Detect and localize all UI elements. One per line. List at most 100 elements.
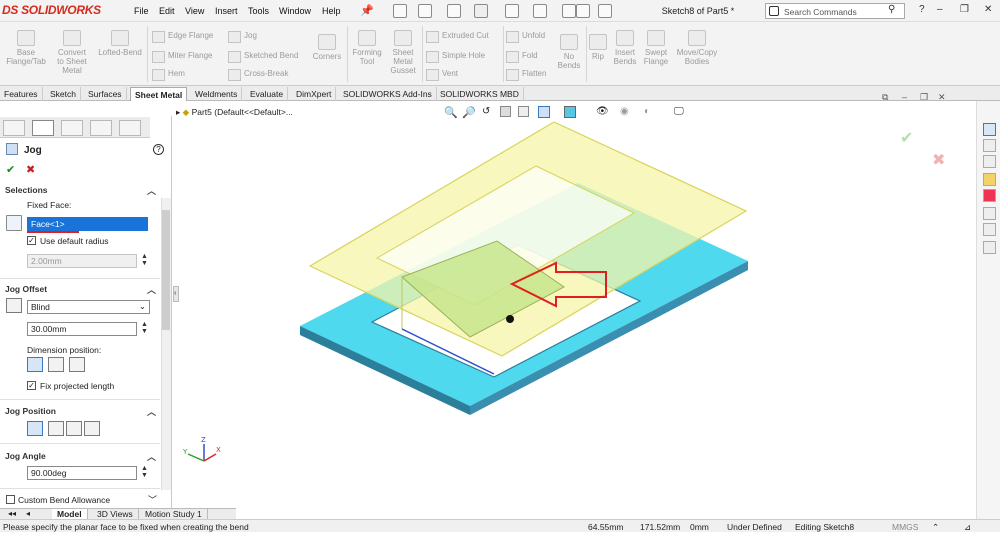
panel-scrollbar-thumb[interactable]: [162, 210, 170, 330]
no-bends-button[interactable]: No Bends: [554, 34, 584, 70]
convert-sheet-metal-button[interactable]: Convert to Sheet Metal: [52, 30, 92, 75]
tab-features[interactable]: Features: [0, 87, 43, 101]
feature-manager-tab[interactable]: [3, 120, 25, 136]
lofted-bend-button[interactable]: Lofted-Bend: [94, 30, 146, 57]
cross-break-button[interactable]: Cross-Break: [228, 68, 288, 81]
radius-spinner-icon[interactable]: ▲ ▼: [141, 253, 148, 267]
menu-file[interactable]: File: [134, 6, 149, 16]
hem-button[interactable]: Hem: [152, 68, 185, 81]
inside-offset-button[interactable]: [48, 357, 64, 372]
tab-sheet-metal[interactable]: Sheet Metal: [130, 87, 188, 101]
jog-angle-field[interactable]: 90.00deg: [27, 466, 137, 480]
reverse-direction-icon[interactable]: [6, 298, 22, 313]
tab-addins[interactable]: SOLIDWORKS Add-Ins: [339, 87, 437, 101]
material-inside-button[interactable]: [48, 421, 64, 436]
collapse-caret-icon[interactable]: ︿: [147, 405, 156, 418]
menu-help[interactable]: Help: [322, 6, 341, 16]
restore-icon[interactable]: ❐: [960, 4, 969, 15]
configuration-manager-tab[interactable]: [61, 120, 83, 136]
base-flange-button[interactable]: Base Flange/Tab: [4, 30, 48, 66]
corners-button[interactable]: Corners: [308, 34, 346, 61]
cancel-x-icon[interactable]: ✖: [26, 163, 35, 176]
expand-caret-icon[interactable]: ﹀: [148, 493, 157, 506]
outside-offset-button[interactable]: [27, 357, 43, 372]
jog-offset-section-header[interactable]: Jog Offset ︿: [0, 282, 160, 296]
file-props-icon[interactable]: [576, 4, 590, 18]
confirm-ok-icon[interactable]: ✔: [900, 128, 913, 147]
graphics-viewport[interactable]: ▸ ◆ Part5 (Default<<Default>... 🔍 🔎 ↺ 👁 …: [172, 101, 976, 508]
units-chevron-icon[interactable]: ⌃: [932, 522, 939, 533]
display-manager-tab[interactable]: [119, 120, 141, 136]
panel-collapse-handle[interactable]: ‹: [173, 286, 179, 302]
feedback-icon[interactable]: [983, 241, 996, 254]
view-palette-icon[interactable]: [983, 173, 996, 186]
ok-check-icon[interactable]: ✔: [6, 163, 15, 176]
close-icon[interactable]: ✕: [984, 4, 992, 15]
tab-evaluate[interactable]: Evaluate: [246, 87, 289, 101]
rebuild-icon[interactable]: [562, 4, 576, 18]
simple-hole-button[interactable]: Simple Hole: [426, 50, 485, 63]
custom-bend-allowance-checkbox[interactable]: [6, 495, 15, 504]
move-copy-bodies-button[interactable]: Move/Copy Bodies: [674, 30, 720, 66]
rip-button[interactable]: Rip: [588, 34, 608, 61]
menu-edit[interactable]: Edit: [159, 6, 175, 16]
open-icon[interactable]: [418, 4, 432, 18]
search-icon[interactable]: ⚲: [888, 4, 895, 15]
vent-button[interactable]: Vent: [426, 68, 458, 81]
viewport-close-icon[interactable]: ✕: [938, 92, 946, 103]
tab-mbd[interactable]: SOLIDWORKS MBD: [436, 87, 524, 101]
save-icon[interactable]: [447, 4, 461, 18]
gusset-button[interactable]: Sheet Metal Gusset: [386, 30, 420, 75]
overall-dimension-button[interactable]: [69, 357, 85, 372]
selection-point[interactable]: [506, 315, 514, 323]
design-library-icon[interactable]: [983, 139, 996, 152]
menu-view[interactable]: View: [185, 6, 204, 16]
options-gear-icon[interactable]: [598, 4, 612, 18]
material-outside-button[interactable]: [66, 421, 82, 436]
tab-surfaces[interactable]: Surfaces: [84, 87, 127, 101]
tab-weldments[interactable]: Weldments: [191, 87, 243, 101]
extruded-cut-button[interactable]: Extruded Cut: [426, 30, 489, 43]
end-condition-select[interactable]: Blind ⌄: [27, 300, 150, 314]
select-icon[interactable]: [533, 4, 547, 18]
fold-button[interactable]: Fold: [506, 50, 538, 63]
help-icon[interactable]: ?: [919, 4, 925, 15]
menu-window[interactable]: Window: [279, 6, 311, 16]
unfold-button[interactable]: Unfold: [506, 30, 545, 43]
selections-section-header[interactable]: Selections ︿: [0, 183, 160, 197]
viewport-expand-icon[interactable]: ⧉: [882, 92, 888, 103]
minimize-icon[interactable]: –: [937, 4, 943, 15]
collapse-caret-icon[interactable]: ︿: [147, 184, 156, 197]
resources-home-icon[interactable]: [983, 123, 996, 136]
solidworks-forum-icon[interactable]: [983, 223, 996, 236]
sketched-bend-button[interactable]: Sketched Bend: [228, 50, 298, 63]
jog-angle-section-header[interactable]: Jog Angle ︿: [0, 449, 160, 463]
edge-flange-button[interactable]: Edge Flange: [152, 30, 213, 43]
help-question-icon[interactable]: ?: [153, 144, 164, 155]
dimxpert-manager-tab[interactable]: [90, 120, 112, 136]
fix-projected-length-checkbox[interactable]: ✓: [27, 381, 36, 390]
jog-position-section-header[interactable]: Jog Position ︿: [0, 404, 160, 418]
file-explorer-icon[interactable]: [983, 155, 996, 168]
menu-tools[interactable]: Tools: [248, 6, 269, 16]
forming-tool-button[interactable]: Forming Tool: [350, 30, 384, 66]
appearances-icon[interactable]: [983, 189, 996, 202]
flatten-button[interactable]: Flatten: [506, 68, 546, 81]
custom-properties-icon[interactable]: [983, 207, 996, 220]
viewport-minimize-icon[interactable]: –: [902, 92, 907, 102]
nav-first-icon[interactable]: ◂◂: [8, 509, 16, 518]
swept-flange-button[interactable]: Swept Flange: [640, 30, 672, 66]
undo-icon[interactable]: [505, 4, 519, 18]
bend-centerline-button[interactable]: [27, 421, 43, 436]
offset-spinner-icon[interactable]: ▲ ▼: [141, 321, 148, 335]
new-doc-icon[interactable]: [393, 4, 407, 18]
miter-flange-button[interactable]: Miter Flange: [152, 50, 212, 63]
viewport-restore-icon[interactable]: ❐: [920, 92, 928, 103]
fixed-face-selection-box[interactable]: Face<1>: [27, 217, 148, 231]
bend-outside-button[interactable]: [84, 421, 100, 436]
tab-dimxpert[interactable]: DimXpert: [292, 87, 337, 101]
search-commands-input[interactable]: Search Commands: [765, 3, 905, 19]
bend-radius-field[interactable]: 2.00mm: [27, 254, 137, 268]
property-manager-tab[interactable]: [32, 120, 54, 136]
unit-system[interactable]: MMGS: [892, 522, 918, 532]
